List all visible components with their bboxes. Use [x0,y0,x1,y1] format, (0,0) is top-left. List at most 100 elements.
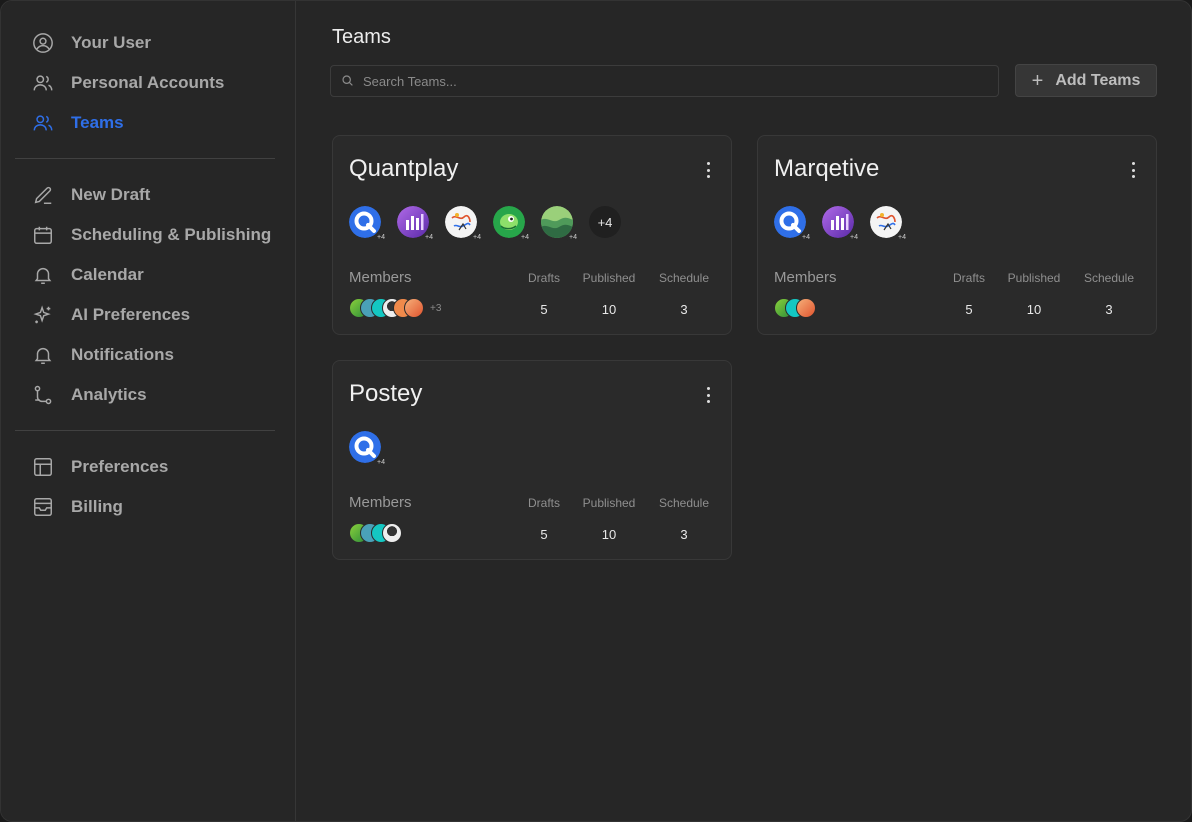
channel-badge: +4 [896,233,908,243]
quantplay-logo-icon[interactable]: +4 [774,206,812,243]
member-avatars[interactable]: +3 [349,298,441,318]
sidebar-group-account: Your User Personal Accounts Teams [15,23,275,143]
sidebar-item-personal-accounts[interactable]: Personal Accounts [15,63,275,103]
team-card-marqetive[interactable]: Marqetive +4 +4 +4 Members Drafts Publis… [757,135,1157,335]
team-name: Postey [349,380,423,407]
published-value: 10 [1026,302,1042,317]
team-card-quantplay[interactable]: Quantplay +4 +4 +4 +4 +4 +4 Members Draf… [332,135,732,335]
channel-row: +4 +4 +4 [774,206,918,243]
schedule-label: Schedule [658,271,710,285]
channel-row: +4 +4 +4 +4 +4 +4 [349,206,621,243]
quantplay-logo-icon[interactable]: +4 [349,431,387,468]
stats-header: Members Drafts Published Schedule [349,494,715,514]
bell-icon [31,343,55,367]
more-options-icon[interactable] [701,387,715,403]
sidebar-item-notifications[interactable]: Notifications [15,335,275,375]
user-circle-icon [31,31,55,55]
channel-badge: +4 [800,233,812,243]
drafts-label: Drafts [527,271,560,285]
sidebar-item-label: Billing [71,497,123,516]
sidebar-item-label: Analytics [71,385,147,404]
schedule-value: 3 [1105,302,1113,317]
sidebar-item-label: Notifications [71,345,174,364]
published-value: 10 [601,527,617,542]
bell-icon [31,263,55,287]
avatar [796,298,816,318]
purple-bars-logo-icon[interactable]: +4 [822,206,860,243]
search-bar [330,65,999,97]
sidebar-item-new-draft[interactable]: New Draft [15,175,275,215]
channel-badge: +4 [423,233,435,243]
channel-badge: +4 [848,233,860,243]
git-branch-icon [31,383,55,407]
sidebar-item-teams[interactable]: Teams [15,103,275,143]
sidebar-item-ai-preferences[interactable]: AI Preferences [15,295,275,335]
sidebar-item-label: Teams [71,113,124,132]
schedule-value: 3 [680,527,688,542]
members-more-count: +3 [430,302,442,314]
sidebar-item-label: Scheduling & Publishing [71,225,272,244]
team-name: Quantplay [349,155,459,182]
layout-icon [31,455,55,479]
plus-icon: + [1031,69,1044,92]
sidebar-item-label: Your User [71,33,151,52]
member-avatars[interactable] [349,523,402,543]
sidebar-item-your-user[interactable]: Your User [15,23,275,63]
member-avatars[interactable] [774,298,816,318]
sidebar-item-scheduling-publishing[interactable]: Scheduling & Publishing [15,215,275,255]
channel-badge: +4 [567,233,579,243]
quantplay-logo-icon[interactable]: +4 [349,206,387,243]
calendar-icon [31,223,55,247]
green-wave-logo-icon[interactable]: +4 [541,206,579,243]
avatar [404,298,424,318]
more-options-icon[interactable] [1126,162,1140,178]
published-label: Published [582,496,636,510]
sidebar-divider [15,430,275,431]
more-channels-count[interactable]: +4 [589,206,621,238]
sidebar: Your User Personal Accounts Teams New Dr… [1,1,296,821]
search-input[interactable] [363,73,998,89]
purple-bars-logo-icon[interactable]: +4 [397,206,435,243]
users-icon [31,111,55,135]
green-bird-logo-icon[interactable]: +4 [493,206,531,243]
sidebar-item-billing[interactable]: Billing [15,487,275,527]
avatar [382,523,402,543]
sidebar-item-preferences[interactable]: Preferences [15,447,275,487]
search-icon [341,74,355,88]
team-name: Marqetive [774,155,880,182]
doodle-logo-icon[interactable]: +4 [445,206,483,243]
sidebar-item-calendar[interactable]: Calendar [15,255,275,295]
sidebar-item-label: Preferences [71,457,169,476]
add-teams-button[interactable]: + Add Teams [1015,64,1157,97]
schedule-label: Schedule [1083,271,1135,285]
sidebar-item-label: AI Preferences [71,305,191,324]
drafts-value: 5 [540,527,548,542]
channel-badge: +4 [519,233,531,243]
channel-row: +4 [349,431,397,468]
published-label: Published [582,271,636,285]
channel-badge: +4 [375,458,387,468]
sidebar-group-settings: Preferences Billing [15,447,275,527]
published-value: 10 [601,302,617,317]
members-label: Members [349,494,412,511]
sidebar-item-label: Personal Accounts [71,73,225,92]
schedule-label: Schedule [658,496,710,510]
main-content: Teams + Add Teams Quantplay +4 +4 [296,1,1191,821]
drafts-label: Drafts [527,496,560,510]
sidebar-group-content: New Draft Scheduling & Publishing Calend… [15,175,275,415]
members-label: Members [774,269,837,286]
app-window: Your User Personal Accounts Teams New Dr… [0,0,1192,822]
sidebar-item-analytics[interactable]: Analytics [15,375,275,415]
members-label: Members [349,269,412,286]
page-title: Teams [332,26,391,48]
schedule-value: 3 [680,302,688,317]
more-options-icon[interactable] [701,162,715,178]
sidebar-divider [15,158,275,159]
add-teams-label: Add Teams [1055,71,1141,89]
published-label: Published [1007,271,1061,285]
sidebar-item-label: New Draft [71,185,151,204]
doodle-logo-icon[interactable]: +4 [870,206,908,243]
stats-header: Members Drafts Published Schedule [774,269,1140,289]
team-card-postey[interactable]: Postey +4 Members Drafts Published Sched… [332,360,732,560]
users-icon [31,71,55,95]
